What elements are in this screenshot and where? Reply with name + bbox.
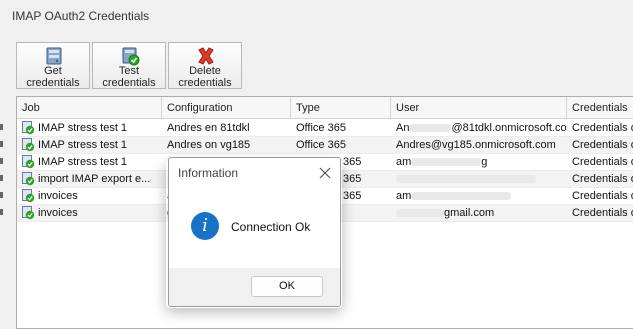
- toolbar: Get credentials Test credentials Delete …: [16, 42, 242, 90]
- cell-credentials: Credentials o: [572, 173, 633, 185]
- cell-user-suffix: gmail.com: [444, 207, 495, 219]
- column-header-configuration[interactable]: Configuration: [162, 97, 291, 119]
- cell-user-suffix: @81tdkl.onmicrosoft.com: [451, 122, 567, 134]
- cell-type: Office 365: [296, 139, 346, 151]
- cell-credentials: Credentials o: [572, 190, 633, 202]
- column-header-credentials[interactable]: Credentials: [567, 97, 633, 119]
- row-edge-marker: [0, 175, 3, 181]
- row-edge-marker: [0, 158, 3, 164]
- cell-user: An @81tdkl.onmicrosoft.com: [391, 120, 567, 136]
- window-title: IMAP OAuth2 Credentials: [12, 9, 150, 23]
- row-edge-marker: [0, 124, 3, 130]
- cell-job: import IMAP export e...: [38, 173, 151, 185]
- redaction-mark: [409, 124, 452, 133]
- cell-job: invoices: [38, 207, 78, 219]
- cell-user-prefix: am: [396, 156, 412, 168]
- cell-job: IMAP stress test 1: [38, 122, 128, 134]
- cell-user: am: [391, 188, 567, 204]
- dialog-footer: OK: [169, 268, 340, 306]
- cell-type: 365: [343, 190, 362, 202]
- table-header: Job Configuration Type User Credentials: [17, 97, 633, 119]
- delete-x-icon: [198, 47, 214, 65]
- delete-credentials-label: Delete credentials: [178, 65, 232, 89]
- table-row[interactable]: IMAP stress test 1 Andres en 81tdkl Offi…: [17, 120, 633, 137]
- get-credentials-button[interactable]: Get credentials: [16, 42, 90, 89]
- redaction-mark: [396, 175, 536, 184]
- row-edge-marker: [0, 209, 3, 215]
- redaction-mark: [396, 209, 444, 218]
- cell-user-prefix: am: [396, 190, 412, 202]
- column-header-user[interactable]: User: [391, 97, 567, 119]
- cell-type: 365: [343, 156, 362, 168]
- cell-job: IMAP stress test 1: [38, 139, 128, 151]
- test-credentials-button[interactable]: Test credentials: [92, 42, 166, 89]
- cell-credentials: Credentials o: [572, 207, 633, 219]
- dialog-body: i Connection Ok: [169, 186, 340, 260]
- info-icon: i: [191, 212, 219, 240]
- test-credentials-label: Test credentials: [102, 65, 156, 89]
- cell-type: 365: [343, 173, 362, 185]
- cell-user-prefix: An: [396, 122, 410, 134]
- row-edge-marker: [0, 141, 3, 147]
- dialog-title: Information: [178, 166, 239, 180]
- cell-user: Andres@vg185.onmicrosoft.com: [396, 139, 556, 151]
- row-edge-marker: [0, 192, 3, 198]
- cell-credentials: Credentials o: [572, 122, 633, 134]
- cell-job: invoices: [38, 190, 78, 202]
- cell-configuration: Andres on vg185: [167, 139, 251, 151]
- ok-button[interactable]: OK: [251, 276, 323, 297]
- server-icon: [46, 47, 62, 65]
- cell-type: Office 365: [296, 122, 346, 134]
- cell-user: am g: [391, 154, 567, 170]
- cell-user: gmail.com: [391, 205, 567, 221]
- delete-credentials-button[interactable]: Delete credentials: [168, 42, 242, 89]
- column-header-type[interactable]: Type: [291, 97, 391, 119]
- redaction-mark: [411, 158, 482, 167]
- title-bar: IMAP OAuth2 Credentials: [0, 0, 633, 32]
- information-dialog: Information i Connection Ok OK: [168, 157, 341, 307]
- cell-credentials: Credentials o: [572, 139, 633, 151]
- cell-job: IMAP stress test 1: [38, 156, 128, 168]
- cell-configuration: Andres en 81tdkl: [167, 122, 250, 134]
- server-check-icon: [122, 47, 140, 66]
- cell-user-suffix: g: [481, 156, 488, 168]
- table-row[interactable]: IMAP stress test 1 Andres on vg185 Offic…: [17, 137, 633, 154]
- redaction-mark: [411, 192, 512, 201]
- get-credentials-label: Get credentials: [26, 65, 80, 89]
- dialog-message: Connection Ok: [231, 220, 311, 234]
- cell-user: [391, 171, 567, 187]
- cell-credentials: Credentials o: [572, 156, 633, 168]
- close-icon[interactable]: [316, 164, 334, 182]
- column-header-job[interactable]: Job: [17, 97, 162, 119]
